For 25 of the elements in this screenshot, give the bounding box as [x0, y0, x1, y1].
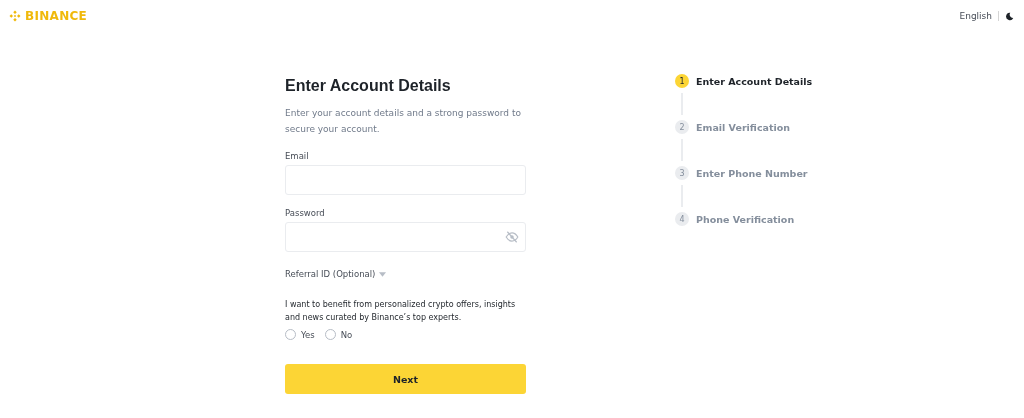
password-field[interactable] — [285, 222, 526, 252]
step-number: 3 — [675, 166, 689, 180]
step-label: Phone Verification — [696, 213, 795, 225]
referral-toggle[interactable]: Referral ID (Optional) — [285, 269, 387, 279]
step-label: Email Verification — [696, 121, 790, 133]
field-label: Password — [285, 208, 326, 218]
radio-button[interactable] — [324, 329, 336, 340]
step-label: Enter Account Details — [696, 75, 813, 87]
field-label: Email — [285, 151, 310, 161]
step-label: Enter Phone Number — [696, 167, 808, 179]
consent-text: I want to benefit from personalized crypto offers, insights and news curated by Binance’s top experts. — [285, 299, 517, 324]
form-title: Enter Account Details — [285, 77, 452, 95]
step-number: 4 — [675, 212, 689, 226]
form-subtitle: Enter your account details and a strong password to secure your account. — [285, 107, 522, 136]
moon-icon[interactable] — [1005, 11, 1014, 21]
eye-off-icon[interactable] — [505, 231, 519, 243]
logo-icon — [9, 10, 21, 22]
radio-label: Yes — [301, 329, 315, 340]
language-link[interactable]: English — [959, 11, 992, 21]
radio-label: No — [340, 329, 353, 340]
radio-button[interactable] — [285, 329, 296, 340]
step-number: 1 — [675, 74, 689, 88]
next-button[interactable]: Next — [285, 364, 526, 394]
step-number: 2 — [675, 120, 689, 134]
caret-icon — [379, 271, 387, 277]
